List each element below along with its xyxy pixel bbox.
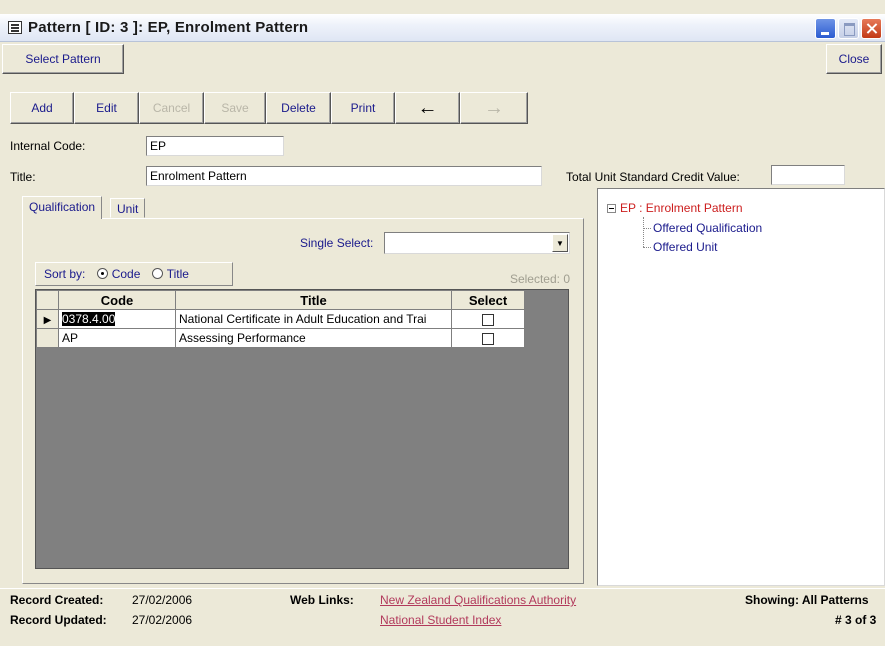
qualification-table: Code Title Select ▶ 0378.4.00 National C…: [36, 290, 525, 348]
window-close-button[interactable]: [861, 18, 882, 39]
tree-root-node[interactable]: EP : Enrolment Pattern: [620, 201, 743, 215]
next-record-button[interactable]: →: [460, 92, 528, 124]
pattern-tree: EP : Enrolment Pattern Offered Qualifica…: [597, 188, 885, 586]
showing-filter: Showing: All Patterns: [745, 593, 869, 607]
qualification-grid: Code Title Select ▶ 0378.4.00 National C…: [35, 289, 569, 569]
tab-qualification[interactable]: Qualification: [22, 196, 103, 219]
previous-record-button[interactable]: ←: [395, 92, 460, 124]
current-row-icon: ▶: [43, 315, 52, 326]
link-national-student-index[interactable]: National Student Index: [380, 613, 501, 627]
sort-title-label: Title: [166, 267, 189, 281]
row-selector[interactable]: ▶: [36, 309, 59, 329]
column-header-select[interactable]: Select: [451, 290, 525, 310]
delete-button[interactable]: Delete: [266, 92, 331, 124]
select-checkbox[interactable]: [482, 313, 494, 326]
sort-code-radio[interactable]: [96, 268, 108, 279]
code-cell[interactable]: 0378.4.00: [58, 309, 176, 329]
code-cell[interactable]: AP: [58, 328, 176, 348]
table-row[interactable]: AP Assessing Performance: [36, 328, 525, 348]
collapse-icon[interactable]: [607, 204, 616, 213]
record-updated-label: Record Updated:: [10, 613, 107, 627]
sort-by-label: Sort by:: [44, 267, 86, 281]
maximize-button[interactable]: [838, 18, 859, 39]
credit-value-field[interactable]: [771, 165, 845, 185]
title-cell[interactable]: National Certificate in Adult Education …: [175, 309, 452, 329]
form-icon: [8, 21, 22, 34]
chevron-down-icon[interactable]: ▼: [552, 234, 568, 252]
pattern-window: Pattern [ ID: 3 ]: EP, Enrolment Pattern…: [0, 0, 885, 646]
title-cell[interactable]: Assessing Performance: [175, 328, 452, 348]
record-updated-value: 27/02/2006: [132, 613, 193, 627]
sort-by-group: Sort by: Code Title: [35, 262, 233, 286]
row-selector-header: [36, 290, 59, 310]
select-pattern-button[interactable]: Select Pattern: [2, 44, 124, 74]
record-created-value: 27/02/2006: [132, 593, 193, 607]
tree-connector: [643, 217, 644, 247]
internal-code-field[interactable]: EP: [146, 136, 284, 156]
add-button[interactable]: Add: [10, 92, 74, 124]
tree-node-offered-unit[interactable]: Offered Unit: [653, 240, 717, 254]
tree-connector: [643, 228, 651, 229]
link-nzqa[interactable]: New Zealand Qualifications Authority: [380, 593, 576, 607]
record-footer: Record Created: 27/02/2006 Record Update…: [0, 588, 885, 646]
title-bar[interactable]: Pattern [ ID: 3 ]: EP, Enrolment Pattern: [0, 14, 885, 42]
record-position: # 3 of 3: [835, 613, 877, 627]
tree-node-offered-qualification[interactable]: Offered Qualification: [653, 221, 762, 235]
select-checkbox[interactable]: [482, 332, 494, 345]
minimize-button[interactable]: [815, 18, 836, 39]
credit-value-label: Total Unit Standard Credit Value:: [566, 170, 740, 184]
sort-title-radio[interactable]: [151, 268, 163, 279]
select-cell: [451, 328, 525, 348]
save-button[interactable]: Save: [204, 92, 266, 124]
arrow-right-icon: →: [484, 97, 504, 119]
column-header-code[interactable]: Code: [58, 290, 176, 310]
tab-unit[interactable]: Unit: [110, 198, 146, 218]
edit-button[interactable]: Edit: [74, 92, 139, 124]
single-select-dropdown[interactable]: ▼: [384, 232, 570, 254]
internal-code-label: Internal Code:: [10, 139, 86, 153]
table-header-row: Code Title Select: [36, 290, 525, 310]
column-header-title[interactable]: Title: [175, 290, 452, 310]
arrow-left-icon: ←: [417, 97, 438, 119]
table-row[interactable]: ▶ 0378.4.00 National Certificate in Adul…: [36, 309, 525, 329]
close-button[interactable]: Close: [826, 44, 882, 74]
print-button[interactable]: Print: [331, 92, 395, 124]
row-selector[interactable]: [36, 328, 59, 348]
title-field[interactable]: Enrolment Pattern: [146, 166, 542, 186]
single-select-label: Single Select:: [300, 236, 374, 250]
tree-connector: [643, 247, 651, 248]
web-links-label: Web Links:: [290, 593, 354, 607]
cancel-button[interactable]: Cancel: [139, 92, 204, 124]
sort-code-label: Code: [111, 267, 141, 281]
code-cell-text: 0378.4.00: [62, 312, 116, 326]
title-label: Title:: [10, 170, 36, 184]
selected-count: Selected: 0: [509, 272, 570, 286]
record-created-label: Record Created:: [10, 593, 104, 607]
select-cell: [451, 309, 525, 329]
window-title: Pattern [ ID: 3 ]: EP, Enrolment Pattern: [28, 19, 309, 36]
